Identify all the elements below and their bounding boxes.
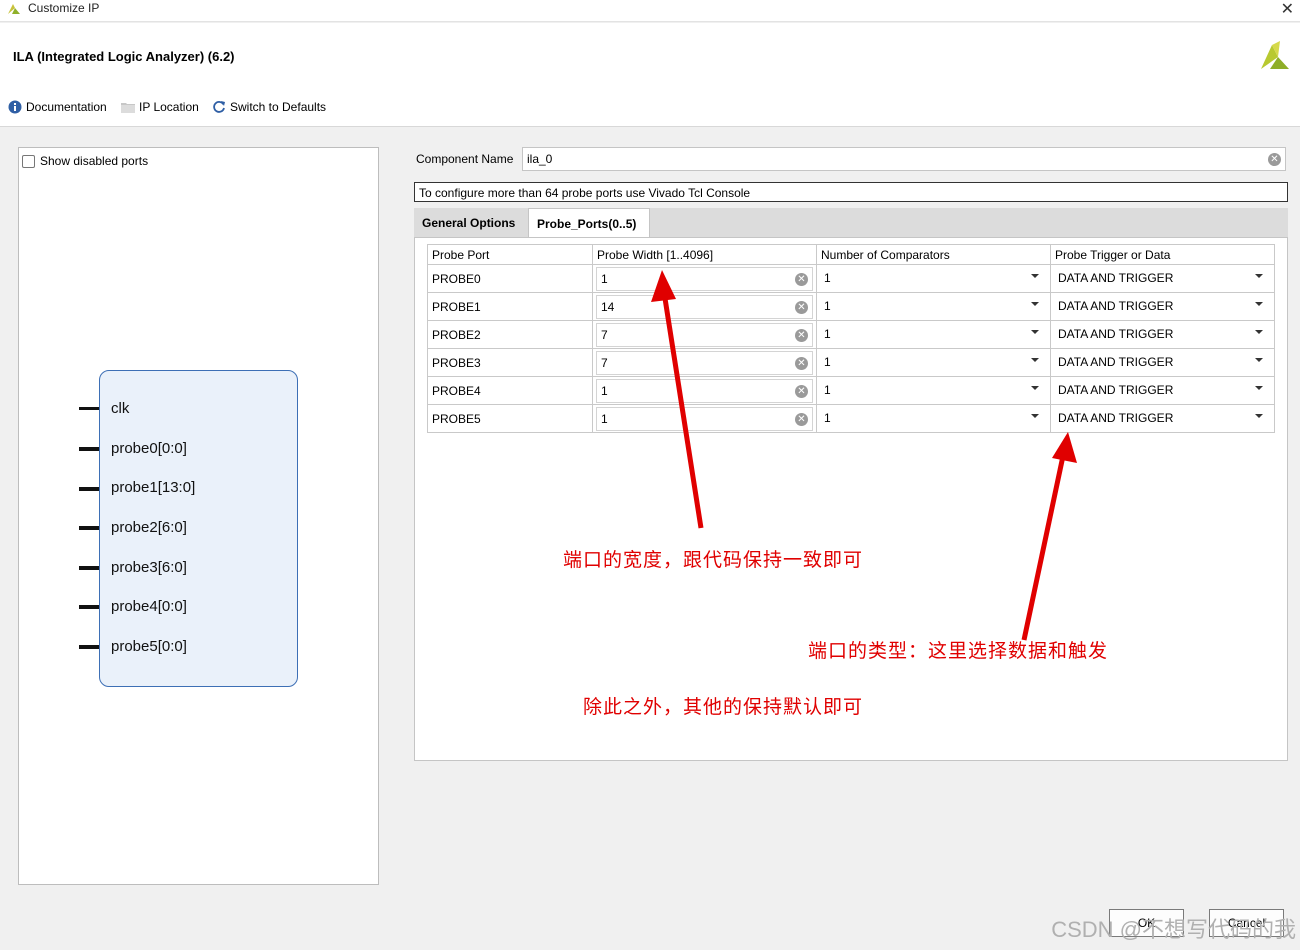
default-annotation: 除此之外，其他的保持默认即可 (583, 696, 864, 718)
arrow-to-width-column (661, 291, 704, 529)
annotation-arrows (651, 270, 1077, 641)
type-annotation: 端口的类型：这里选择数据和触发 (808, 640, 1109, 662)
width-annotation: 端口的宽度，跟代码保持一致即可 (563, 549, 864, 571)
watermark: CSDN @不想写代码的我 (1051, 917, 1296, 942)
arrowhead-icon (1052, 432, 1077, 463)
arrowhead-icon (651, 270, 676, 302)
arrow-to-trigger-column (1021, 455, 1066, 641)
